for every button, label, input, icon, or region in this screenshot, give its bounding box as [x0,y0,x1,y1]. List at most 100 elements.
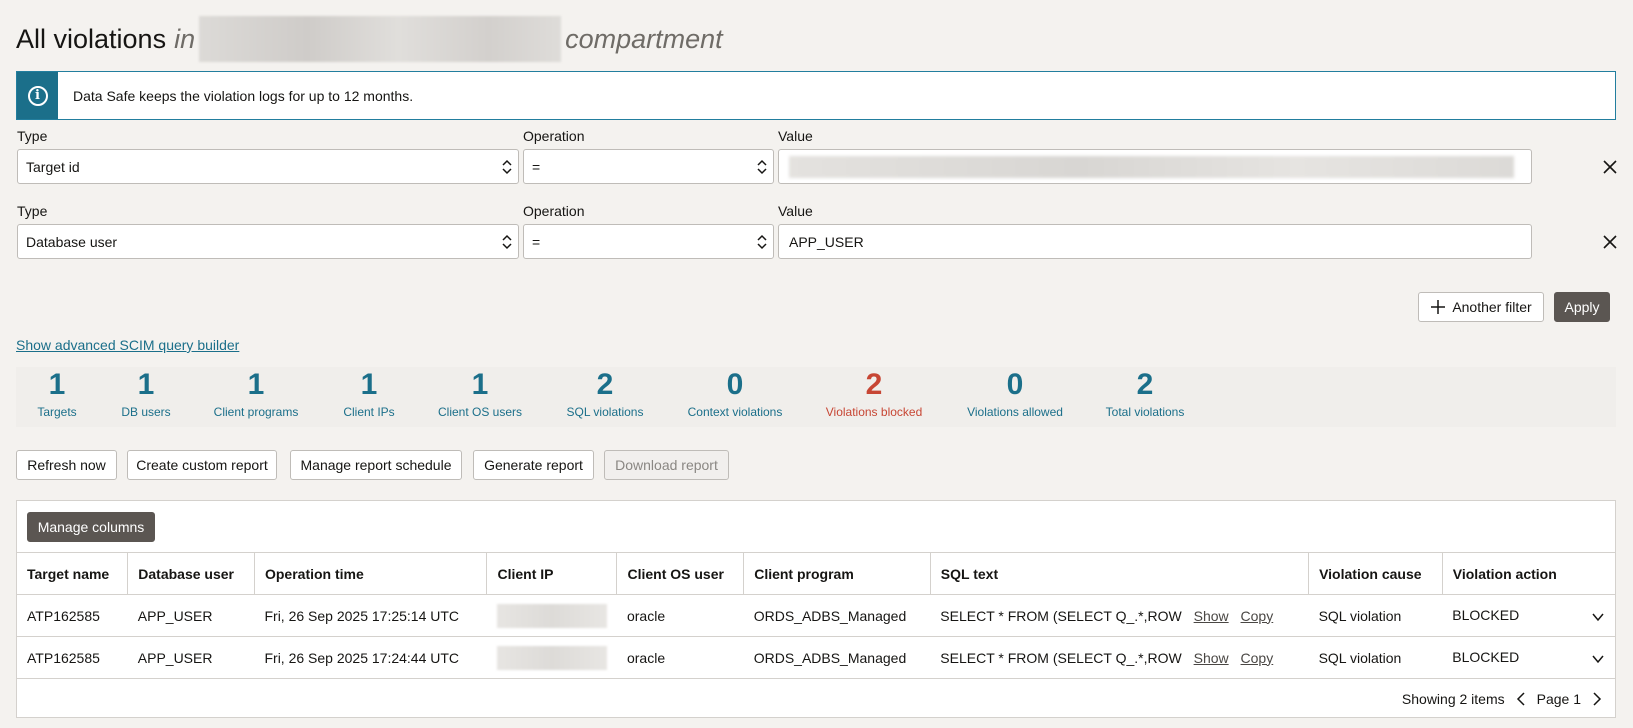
create-custom-report-button[interactable]: Create custom report [127,450,277,480]
cell-client-os-user: oracle [616,636,744,679]
stat-number: 1 [48,368,66,401]
manage-report-schedule-button[interactable]: Manage report schedule [290,450,462,480]
table-row[interactable]: ATP162585 APP_USER Fri, 26 Sep 2025 17:2… [17,636,1615,679]
remove-filter-close-icon[interactable] [1601,158,1619,176]
stat-client-ips[interactable]: 1 Client IPs [343,367,394,419]
stat-total-violations[interactable]: 2 Total violations [1106,367,1185,419]
page-title: All violations in compartment [16,16,723,62]
stat-label: Client OS users [437,405,523,419]
sql-text-preview: SELECT * FROM (SELECT Q_.*,ROW [940,649,1182,666]
column-header-client-program[interactable]: Client program [743,552,931,595]
expand-row-chevron-down-icon[interactable] [1591,610,1605,624]
stat-number: 1 [137,368,155,401]
manage-columns-label: Manage columns [37,519,145,535]
cell-database-user: APP_USER [127,636,255,679]
expand-row-chevron-down-icon[interactable] [1591,652,1605,666]
column-header-operation-time[interactable]: Operation time [254,552,488,595]
column-header-client-os-user[interactable]: Client OS user [616,552,745,595]
violations-table: Target name Database user Operation time… [17,552,1615,679]
filter-operation-value: = [532,233,541,250]
stat-context-violations[interactable]: 0 Context violations [688,367,783,419]
sql-show-link[interactable]: Show [1194,650,1229,666]
scim-query-builder-link[interactable]: Show advanced SCIM query builder [16,337,239,353]
filter-operation-value: = [532,158,541,175]
filter-value-label: Value [778,203,813,219]
column-header-target-name[interactable]: Target name [17,552,129,595]
stat-targets[interactable]: 1 Targets [37,367,76,419]
filter-type-select[interactable]: Target id [17,149,519,184]
stat-number: 0 [726,368,744,401]
stat-client-programs[interactable]: 1 Client programs [214,367,299,419]
filter-operation-label: Operation [523,128,585,144]
redacted-client-ip [496,603,607,628]
column-header-sql-text[interactable]: SQL text [930,552,1310,595]
stat-label: Context violations [687,405,783,419]
stat-label: SQL violations [566,405,644,419]
stat-violations-allowed[interactable]: 0 Violations allowed [967,367,1063,419]
info-icon-box: i [17,72,58,119]
stat-label: Violations allowed [967,405,1063,419]
stat-label: Violations blocked [825,405,923,419]
cell-violation-cause: SQL violation [1308,636,1443,679]
generate-report-button[interactable]: Generate report [473,450,594,480]
stat-label: Client programs [213,405,299,419]
manage-columns-button[interactable]: Manage columns [27,512,155,542]
cell-client-program: ORDS_ADBS_Managed [743,594,931,637]
filter-type-select[interactable]: Database user [17,224,519,259]
cell-violation-cause: SQL violation [1308,594,1443,637]
next-page-chevron-right-icon[interactable] [1591,691,1603,707]
sql-show-link[interactable]: Show [1194,608,1229,624]
stat-db-users[interactable]: 1 DB users [121,367,170,419]
stat-label: Client IPs [343,405,395,419]
filter-value-label: Value [778,128,813,144]
remove-filter-close-icon[interactable] [1601,233,1619,251]
redacted-client-ip [496,645,607,670]
stat-number: 2 [596,368,614,401]
stat-client-os-users[interactable]: 1 Client OS users [438,367,522,419]
sql-copy-link[interactable]: Copy [1241,608,1274,624]
redacted-compartment-name [199,16,562,62]
filter-type-value: Target id [26,158,80,175]
violation-action-value: BLOCKED [1452,649,1520,665]
cell-violation-action: BLOCKED [1442,594,1615,637]
info-icon: i [27,85,48,106]
previous-page-chevron-left-icon[interactable] [1515,691,1527,707]
cell-operation-time: Fri, 26 Sep 2025 17:25:14 UTC [254,594,487,637]
filter-value-input[interactable]: APP_USER [778,224,1532,259]
page-number-text: Page 1 [1536,691,1581,707]
sql-copy-link[interactable]: Copy [1241,650,1274,666]
apply-button[interactable]: Apply [1554,292,1610,322]
sql-text-preview: SELECT * FROM (SELECT Q_.*,ROW [940,607,1182,624]
download-report-button[interactable]: Download report [604,450,729,480]
filter-operation-label: Operation [523,203,585,219]
generate-report-label: Generate report [484,457,583,473]
stat-violations-blocked[interactable]: 2 Violations blocked [826,367,923,419]
select-chevron-icon [502,159,512,175]
stat-number: 2 [865,368,883,401]
column-header-database-user[interactable]: Database user [127,552,255,595]
column-header-client-ip[interactable]: Client IP [486,552,618,595]
filter-value-input[interactable] [778,149,1532,184]
another-filter-label: Another filter [1452,299,1532,315]
cell-sql-text: SELECT * FROM (SELECT Q_.*,ROW Show Copy [930,594,1309,637]
page-title-suffix: compartment [565,23,723,54]
page-title-in: in [174,23,196,54]
column-header-violation-action[interactable]: Violation action [1442,552,1615,595]
info-banner-message: Data Safe keeps the violation logs for u… [73,87,414,104]
column-header-violation-cause[interactable]: Violation cause [1308,552,1443,595]
filter-operation-select[interactable]: = [523,149,774,184]
cell-violation-action: BLOCKED [1442,636,1615,679]
stat-label: Targets [37,405,77,419]
filter-type-label: Type [17,203,48,219]
filter-row-1: Type Operation Value Target id = [17,128,1617,188]
stat-number: 1 [471,368,489,401]
cell-client-os-user: oracle [616,594,744,637]
stat-sql-violations[interactable]: 2 SQL violations [567,367,644,419]
refresh-now-button[interactable]: Refresh now [16,450,117,480]
refresh-now-label: Refresh now [27,457,106,473]
filter-operation-select[interactable]: = [523,224,774,259]
violation-stats: 1 Targets 1 DB users 1 Client programs 1… [16,367,1616,427]
apply-label: Apply [1564,299,1600,315]
table-row[interactable]: ATP162585 APP_USER Fri, 26 Sep 2025 17:2… [17,594,1615,637]
another-filter-button[interactable]: Another filter [1418,292,1544,322]
